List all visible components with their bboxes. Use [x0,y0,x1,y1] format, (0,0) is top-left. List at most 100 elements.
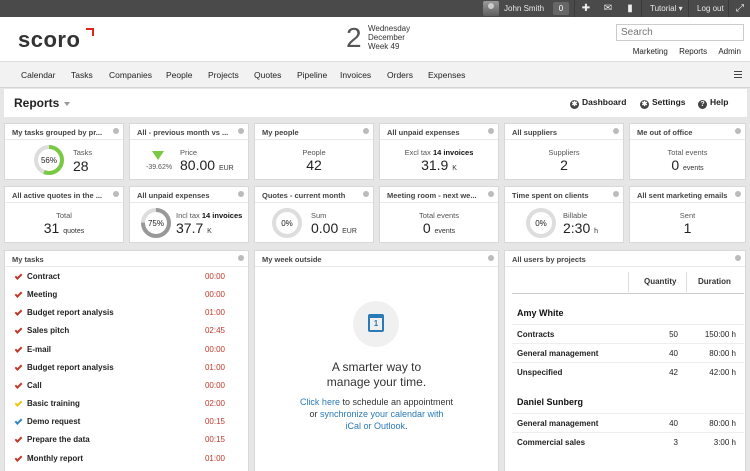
plus-icon[interactable]: ✚ [576,0,596,17]
search-input[interactable] [616,24,744,41]
mail-icon[interactable]: ✉ [598,0,618,17]
hamburger-menu-icon[interactable] [734,71,742,78]
column-header-quantity[interactable]: Quantity [644,277,676,286]
nav-item-projects[interactable]: Projects [208,62,239,89]
widget-meeting-room[interactable]: Meeting room - next we... Total events 0… [379,186,499,243]
help-icon: ? [698,100,707,109]
settings-icon[interactable] [735,128,741,134]
widget-quotes-current-month[interactable]: Quotes - current month 0% Sum 0.00 EUR [254,186,374,243]
project-name: General management [517,349,599,358]
widget-title: Time spent on clients [512,191,589,200]
task-item[interactable]: Budget report analysis 01:00 [14,308,225,326]
settings-icon[interactable] [238,191,244,197]
project-duration: 3:00 h [713,438,736,447]
task-time: 00:15 [204,417,225,426]
avatar[interactable] [483,1,499,16]
widget-marketing-emails[interactable]: All sent marketing emails Sent 1 [629,186,746,243]
nav-item-pipeline[interactable]: Pipeline [297,62,327,89]
task-name: Sales pitch [27,326,70,335]
expand-icon[interactable]: ⤢ [730,0,750,17]
header-link-admin[interactable]: Admin [718,47,741,56]
nav-item-tasks[interactable]: Tasks [71,62,93,89]
widget-my-tasks-grouped[interactable]: My tasks grouped by pr... 56% Tasks 28 [4,123,124,180]
settings-button[interactable]: ✱ Settings [640,97,686,109]
nav-item-people[interactable]: People [166,62,192,89]
widget-active-quotes[interactable]: All active quotes in the ... Total 31 qu… [4,186,124,243]
header-link-marketing[interactable]: Marketing [633,47,668,56]
project-name: Commercial sales [517,438,586,447]
divider [380,202,498,203]
settings-icon[interactable] [238,255,244,261]
task-item[interactable]: Budget report analysis 01:00 [14,363,225,381]
notification-count[interactable]: 0 [553,2,569,15]
table-row[interactable]: Unspecified 42 42:00 h [512,362,744,381]
task-item[interactable]: Basic training 02:00 [14,399,225,417]
table-row[interactable]: Commercial sales 3 3:00 h [512,432,744,451]
nav-item-orders[interactable]: Orders [387,62,413,89]
reports-toolbar: Reports ✱ Dashboard ✱ Settings ? Help [4,89,747,117]
click-here-link[interactable]: Click here [300,397,340,407]
task-item[interactable]: E-mail 00:00 [14,345,225,363]
task-item[interactable]: Contract 00:00 [14,272,225,290]
settings-icon[interactable] [363,191,369,197]
widget-time-on-clients[interactable]: Time spent on clients 0% Billable 2:30 h [504,186,624,243]
nav-item-quotes[interactable]: Quotes [254,62,281,89]
widget-all-unpaid-expenses[interactable]: All unpaid expenses Excl tax 14 invoices… [379,123,499,180]
task-item[interactable]: Prepare the data 00:15 [14,435,225,453]
divider [512,293,744,294]
widget-my-people[interactable]: My people People 42 [254,123,374,180]
task-item[interactable]: Call 00:00 [14,381,225,399]
chevron-down-icon[interactable] [64,102,70,106]
nav-item-invoices[interactable]: Invoices [340,62,371,89]
task-item[interactable]: Monthly report 01:00 [14,454,225,471]
sum-label: Sum [311,211,327,220]
page-title[interactable]: Reports [14,96,59,110]
bookmark-icon[interactable]: ▮ [620,0,640,17]
nav-item-expenses[interactable]: Expenses [428,62,465,89]
settings-icon[interactable] [238,128,244,134]
divider [628,272,629,292]
task-item[interactable]: Meeting 00:00 [14,290,225,308]
settings-icon[interactable] [113,191,119,197]
date-weekday: Wednesday [368,24,411,33]
task-name: Basic training [27,399,80,408]
task-item[interactable]: Sales pitch 02:45 [14,326,225,344]
settings-icon[interactable] [488,128,494,134]
task-name: Monthly report [27,454,83,463]
widget-title: All unpaid expenses [387,128,460,137]
widget-unpaid-expenses-incl[interactable]: All unpaid expenses 75% Incl tax 14 invo… [129,186,249,243]
check-icon [14,381,23,389]
user-name[interactable]: John Smith [504,0,544,17]
expenses-incl-value: 37.7 K [176,220,212,236]
nav-item-companies[interactable]: Companies [109,62,152,89]
settings-icon[interactable] [113,128,119,134]
ical-outlook-link[interactable]: iCal or Outlook [345,421,405,431]
settings-icon[interactable] [613,191,619,197]
settings-icon[interactable] [735,191,741,197]
dashboard-button[interactable]: ✱ Dashboard [570,97,626,109]
task-name: Budget report analysis [27,308,114,317]
logo[interactable]: scoro [18,27,80,53]
settings-icon[interactable] [488,191,494,197]
widget-title: Meeting room - next we... [387,191,477,200]
help-button[interactable]: ? Help [698,97,728,109]
table-row[interactable]: Contracts 50 150:00 h [512,324,744,343]
table-row[interactable]: General management 40 80:00 h [512,413,744,432]
widget-out-of-office[interactable]: Me out of office Total events 0 events [629,123,746,180]
task-item[interactable]: Demo request 00:15 [14,417,225,435]
settings-icon[interactable] [363,128,369,134]
widget-all-suppliers[interactable]: All suppliers Suppliers 2 [504,123,624,180]
column-header-duration[interactable]: Duration [698,277,731,286]
tutorial-menu[interactable]: Tutorial ▾ [650,0,683,17]
table-row[interactable]: General management 40 80:00 h [512,343,744,362]
settings-icon[interactable] [735,255,741,261]
header-link-reports[interactable]: Reports [679,47,707,56]
ring-label: 75% [148,219,164,228]
settings-icon[interactable] [613,128,619,134]
sync-calendar-link[interactable]: synchronize your calendar with [320,409,444,419]
nav-item-calendar[interactable]: Calendar [21,62,56,89]
widget-previous-month[interactable]: All - previous month vs ... -39.62% Pric… [129,123,249,180]
logout-link[interactable]: Log out [697,0,724,17]
check-icon [14,272,23,280]
settings-icon[interactable] [488,255,494,261]
